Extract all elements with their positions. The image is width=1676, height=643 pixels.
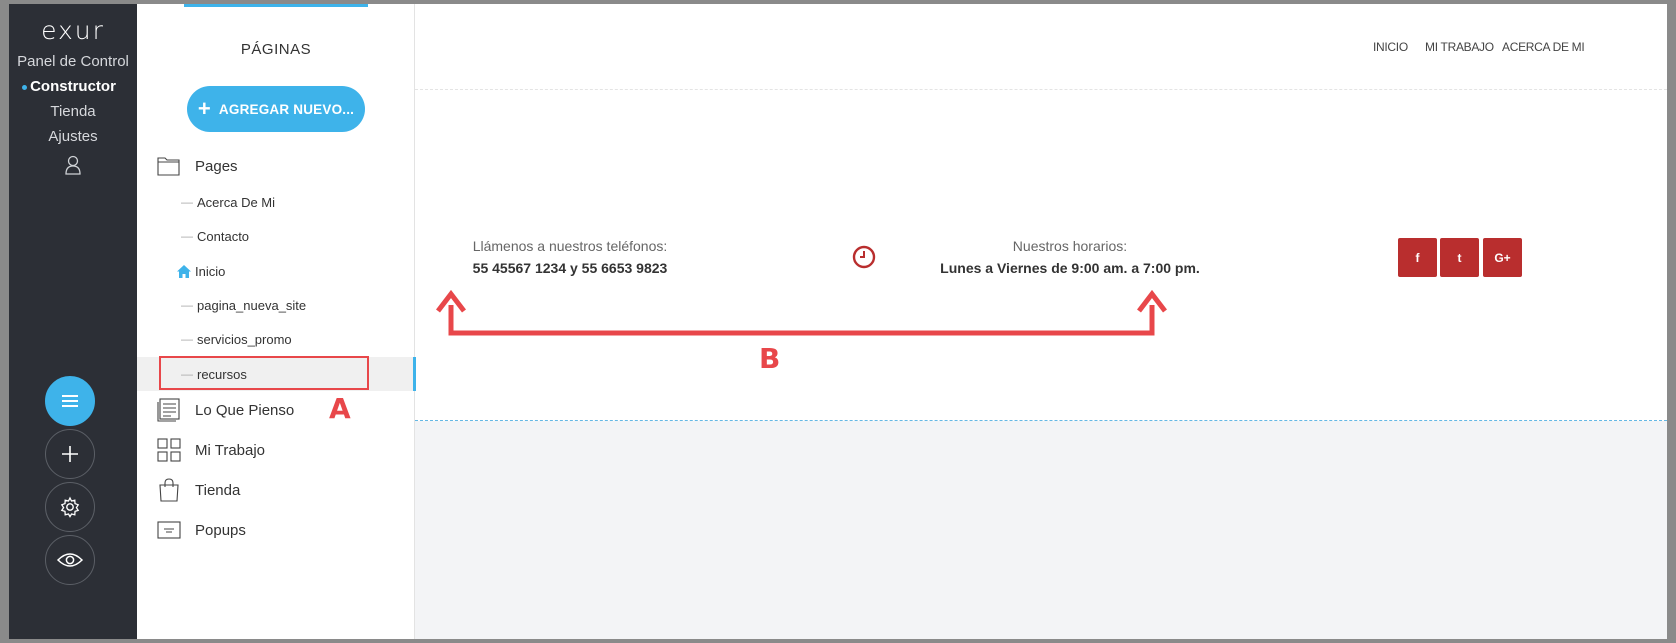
site-menu-acerca-de-mi[interactable]: ACERCA DE MI (1502, 40, 1585, 54)
annotation-label-a: A (329, 392, 351, 425)
logo: exur (41, 16, 105, 45)
add-page-button[interactable]: + AGREGAR NUEVO... (187, 86, 365, 132)
nav-constructor[interactable]: Constructor (9, 74, 137, 99)
site-menu-inicio[interactable]: INICIO (1373, 40, 1408, 54)
folder-icon (157, 157, 180, 176)
annotation-label-b: B (759, 342, 781, 375)
page-item-pagina-nueva-site[interactable]: — pagina_nueva_site (137, 288, 415, 322)
app-window: exur Panel de Control Constructor Tienda… (9, 4, 1667, 639)
page-item-servicios-promo[interactable]: — servicios_promo (137, 322, 415, 356)
main-sidebar: exur Panel de Control Constructor Tienda… (9, 4, 137, 639)
panel-accent-bar (184, 4, 368, 7)
plus-icon: + (197, 96, 211, 121)
group-popups[interactable]: Popups (157, 518, 246, 542)
panel-title: PÁGINAS (240, 41, 312, 58)
grid-icon (157, 438, 181, 462)
preview-button[interactable] (45, 535, 95, 585)
nav-panel-de-control[interactable]: Panel de Control (9, 49, 137, 74)
clock-icon (852, 245, 876, 269)
active-dot (22, 85, 27, 90)
hours-label: Nuestros horarios: (1012, 238, 1128, 254)
pages-panel: PÁGINAS + AGREGAR NUEVO... Pages — Acerca… (137, 4, 416, 639)
group-lo-que-pienso[interactable]: Lo Que Pienso (157, 398, 294, 422)
group-mi-trabajo[interactable]: Mi Trabajo (157, 438, 265, 462)
user-icon[interactable] (64, 155, 82, 175)
menu-button[interactable] (45, 376, 95, 426)
page-item-inicio[interactable]: Inicio (137, 254, 415, 288)
plus-icon (62, 446, 78, 462)
folder-pages[interactable]: Pages (157, 154, 238, 178)
group-tienda[interactable]: Tienda (157, 478, 240, 502)
home-icon (177, 264, 191, 278)
site-top-nav: INICIO MI TRABAJO ACERCA DE MI (415, 4, 1667, 90)
hours-value: Lunes a Viernes de 9:00 am. a 7:00 pm. (940, 260, 1200, 276)
hamburger-icon (62, 395, 78, 407)
annotation-arrow-b (436, 289, 1167, 336)
phone-label: Llámenos a nuestros teléfonos: (472, 238, 668, 254)
nav-tienda[interactable]: Tienda (9, 99, 137, 124)
add-button[interactable] (45, 429, 95, 479)
bag-icon (159, 478, 179, 502)
blog-icon (157, 398, 180, 422)
site-menu-mi-trabajo[interactable]: MI TRABAJO (1425, 40, 1494, 54)
popup-icon (157, 521, 181, 539)
twitter-button[interactable]: t (1440, 238, 1479, 277)
facebook-button[interactable]: f (1398, 238, 1437, 277)
nav-ajustes[interactable]: Ajustes (9, 124, 137, 149)
empty-section (415, 421, 1667, 639)
page-item-contacto[interactable]: — Contacto (137, 219, 415, 253)
gear-icon (60, 496, 80, 518)
phone-value: 55 45567 1234 y 55 6653 9823 (472, 260, 668, 276)
eye-icon (56, 553, 84, 567)
annotation-box-a (159, 356, 369, 390)
page-item-acerca-de-mi[interactable]: — Acerca De Mi (137, 185, 415, 219)
google-plus-button[interactable]: G+ (1483, 238, 1522, 277)
settings-button[interactable] (45, 482, 95, 532)
site-preview: INICIO MI TRABAJO ACERCA DE MI Llámenos … (415, 4, 1667, 639)
